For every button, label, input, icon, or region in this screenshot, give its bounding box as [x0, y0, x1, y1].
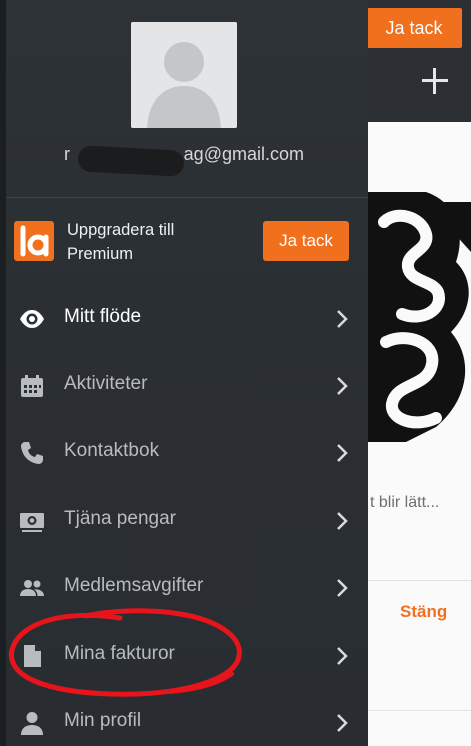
premium-text-line2: Premium [67, 245, 134, 263]
menu-item-label: Medlemsavgifter [64, 575, 204, 596]
app-logo-icon [14, 221, 54, 261]
email-prefix: r [64, 144, 70, 164]
menu-item-mitt-flode[interactable]: Mitt flöde [6, 285, 368, 352]
menu-item-label: Mina fakturor [64, 643, 175, 664]
menu-item-medlemsavgifter[interactable]: Medlemsavgifter [6, 554, 368, 621]
eye-icon [20, 310, 44, 328]
background-divider [366, 580, 471, 581]
person-placeholder-icon [131, 22, 237, 128]
background-ja-tack-button: Ja tack [366, 8, 462, 48]
background-teaser-text: t blir lätt... [370, 494, 440, 511]
chevron-right-icon [337, 377, 348, 395]
navigation-drawer: r ag@gmail.com Uppgradera till Premium J… [0, 0, 368, 746]
menu-item-label: Mitt flöde [64, 306, 142, 327]
menu-item-label: Aktiviteter [64, 373, 148, 394]
chevron-right-icon [337, 579, 348, 597]
menu-item-mina-fakturor[interactable]: Mina fakturor [6, 622, 368, 689]
menu-item-label: Min profil [64, 710, 142, 731]
background-artwork [366, 192, 471, 442]
background-close-link: Stäng [400, 602, 448, 621]
chevron-right-icon [337, 512, 348, 530]
person-icon [21, 712, 43, 735]
premium-upgrade-text: Uppgradera till Premium [67, 218, 217, 266]
divider [6, 197, 368, 198]
menu-item-aktiviteter[interactable]: Aktiviteter [6, 352, 368, 419]
menu-item-label: Tjäna pengar [64, 508, 176, 529]
background-divider [366, 710, 471, 711]
phone-icon [21, 442, 43, 464]
avatar[interactable] [131, 22, 237, 128]
premium-upgrade-row[interactable]: Uppgradera till Premium Ja tack [0, 212, 368, 272]
plus-icon [420, 66, 450, 96]
chevron-right-icon [337, 310, 348, 328]
group-icon [20, 580, 44, 596]
background-card: t blir lätt... Stäng [366, 122, 471, 746]
document-icon [24, 645, 41, 667]
redaction-scribble [77, 145, 185, 177]
calendar-icon [21, 375, 43, 397]
email-suffix: ag@gmail.com [183, 144, 304, 164]
email-address: r ag@gmail.com [64, 144, 304, 177]
chevron-right-icon [337, 647, 348, 665]
chevron-right-icon [337, 444, 348, 462]
money-icon [20, 513, 44, 532]
menu-item-tjana-pengar[interactable]: Tjäna pengar [6, 487, 368, 554]
menu-item-kontaktbok[interactable]: Kontaktbok [6, 419, 368, 486]
profile-header: r ag@gmail.com [0, 0, 368, 197]
chevron-right-icon [337, 714, 348, 732]
menu-item-label: Kontaktbok [64, 440, 160, 461]
premium-text-line1: Uppgradera till [67, 221, 175, 239]
menu-item-min-profil[interactable]: Min profil [6, 689, 368, 746]
ja-tack-button[interactable]: Ja tack [263, 221, 349, 261]
